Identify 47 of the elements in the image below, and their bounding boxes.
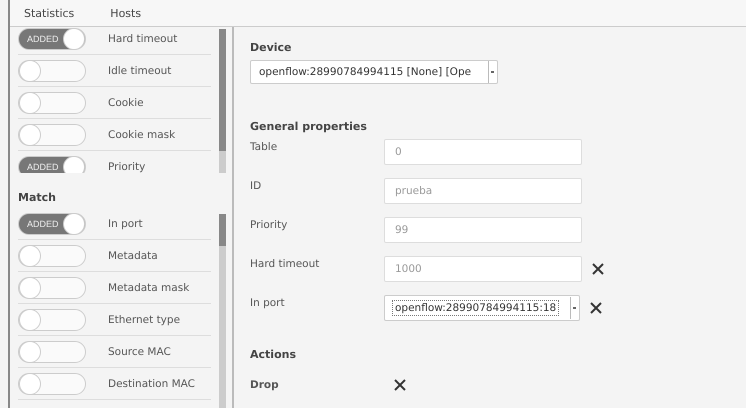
option-label: Metadata bbox=[108, 250, 158, 262]
dropdown-caret-icon[interactable] bbox=[570, 297, 579, 319]
field-label: ID bbox=[250, 179, 262, 192]
option-label: Idle timeout bbox=[108, 64, 172, 76]
input-field[interactable]: prueba bbox=[384, 178, 582, 204]
device-select[interactable]: openflow:28990784994115 [None] [Ope bbox=[250, 60, 498, 84]
toggle-switch[interactable] bbox=[18, 124, 86, 146]
option-label: Cookie mask bbox=[108, 128, 176, 140]
toggle-switch[interactable] bbox=[18, 372, 86, 394]
dropdown-caret-icon[interactable] bbox=[488, 61, 497, 83]
input-field[interactable]: 99 bbox=[384, 217, 582, 243]
toggle-switch[interactable] bbox=[18, 276, 86, 298]
field-label: Priority bbox=[250, 218, 288, 231]
tab[interactable]: Statistics bbox=[10, 2, 96, 24]
port-select[interactable]: openflow:28990784994115:18 bbox=[384, 295, 580, 321]
field-label: Hard timeout bbox=[250, 257, 320, 270]
section-heading: Actions bbox=[250, 348, 297, 361]
input-field[interactable]: 0 bbox=[384, 139, 582, 165]
option-label: Hard timeout bbox=[108, 32, 178, 44]
toggle-switch[interactable] bbox=[18, 60, 86, 82]
option-label: Cookie bbox=[108, 96, 144, 108]
action-label: Drop bbox=[250, 378, 280, 391]
field-label: Table bbox=[250, 140, 278, 153]
toggle-switch[interactable] bbox=[18, 244, 86, 266]
tab[interactable]: Hosts bbox=[96, 2, 164, 24]
input-field[interactable]: 1000 bbox=[384, 256, 582, 282]
toggle-switch[interactable]: ADDED bbox=[18, 28, 86, 50]
section-heading: General properties bbox=[250, 120, 368, 133]
toggle-switch[interactable] bbox=[18, 308, 86, 330]
option-label: Source MAC bbox=[108, 346, 171, 358]
toggle-switch[interactable]: ADDED bbox=[18, 156, 86, 173]
option-label: Priority bbox=[108, 160, 146, 172]
option-label: Destination MAC bbox=[108, 378, 195, 390]
toggle-switch[interactable]: ADDED bbox=[18, 212, 86, 234]
scrollbar[interactable] bbox=[219, 214, 226, 408]
option-label: In port bbox=[108, 218, 143, 230]
field-label: Device bbox=[250, 41, 293, 54]
close-icon[interactable] bbox=[590, 302, 602, 314]
section-heading: Match bbox=[17, 190, 57, 206]
option-label: Ethernet type bbox=[108, 314, 180, 326]
field-label: In port bbox=[250, 296, 286, 309]
option-label: Metadata mask bbox=[108, 282, 190, 294]
close-icon[interactable] bbox=[592, 263, 604, 275]
toggle-switch[interactable] bbox=[18, 340, 86, 362]
close-icon[interactable] bbox=[394, 379, 406, 391]
scrollbar[interactable] bbox=[219, 29, 226, 173]
toggle-switch[interactable] bbox=[18, 92, 86, 114]
